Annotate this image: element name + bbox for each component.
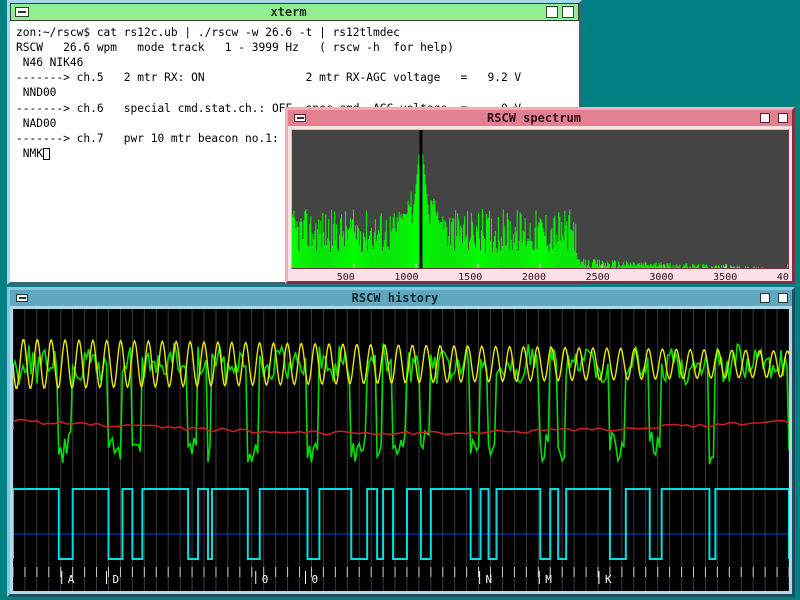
- spectrum-title: RSCW spectrum: [312, 111, 756, 125]
- spectrum-window[interactable]: RSCW spectrum 0 500 1000 1500 2000 2500 …: [285, 107, 795, 284]
- terminal-cursor: [43, 148, 50, 160]
- term-line-3: -------> ch.5 2 mtr RX: ON 2 mtr RX-AGC …: [16, 71, 521, 84]
- history-window[interactable]: RSCW history A D 0 0 N M K: [7, 287, 795, 597]
- spectrum-titlebar[interactable]: RSCW spectrum: [288, 110, 792, 126]
- svg-text:D: D: [112, 573, 119, 586]
- history-title: RSCW history: [34, 291, 756, 305]
- xterm-title: xterm: [35, 5, 542, 19]
- minimize-icon[interactable]: [546, 6, 558, 18]
- menu-icon[interactable]: [16, 294, 28, 302]
- svg-text:K: K: [605, 573, 612, 586]
- history-plot[interactable]: A D 0 0 N M K: [13, 309, 789, 591]
- maximize-icon[interactable]: [778, 113, 788, 123]
- xterm-titlebar[interactable]: xterm: [10, 3, 579, 21]
- spectrum-xaxis: 0 500 1000 1500 2000 2500 3000 3500 40: [288, 272, 792, 283]
- svg-text:A: A: [68, 573, 75, 586]
- svg-text:N: N: [486, 573, 493, 586]
- term-line-8: NMK: [16, 147, 43, 160]
- svg-text:0: 0: [262, 573, 269, 586]
- term-line-7: -------> ch.7 pwr 10 mtr beacon no.1: MA…: [16, 132, 306, 145]
- history-titlebar[interactable]: RSCW history: [10, 290, 792, 306]
- minimize-icon[interactable]: [760, 113, 770, 123]
- term-line-0: zon:~/rscw$ cat rs12c.ub | ./rscw -w 26.…: [16, 26, 400, 39]
- term-line-4: NND00: [16, 86, 56, 99]
- term-line-6: NAD00: [16, 117, 56, 130]
- maximize-icon[interactable]: [562, 6, 574, 18]
- svg-text:0: 0: [311, 573, 318, 586]
- menu-icon[interactable]: [15, 7, 29, 17]
- svg-text:M: M: [545, 573, 552, 586]
- term-line-2: N46 NIK46: [16, 56, 83, 69]
- term-line-1: RSCW 26.6 wpm mode track 1 - 3999 Hz ( r…: [16, 41, 454, 54]
- maximize-icon[interactable]: [778, 293, 788, 303]
- menu-icon[interactable]: [294, 114, 306, 122]
- spectrum-plot[interactable]: [291, 129, 789, 269]
- minimize-icon[interactable]: [760, 293, 770, 303]
